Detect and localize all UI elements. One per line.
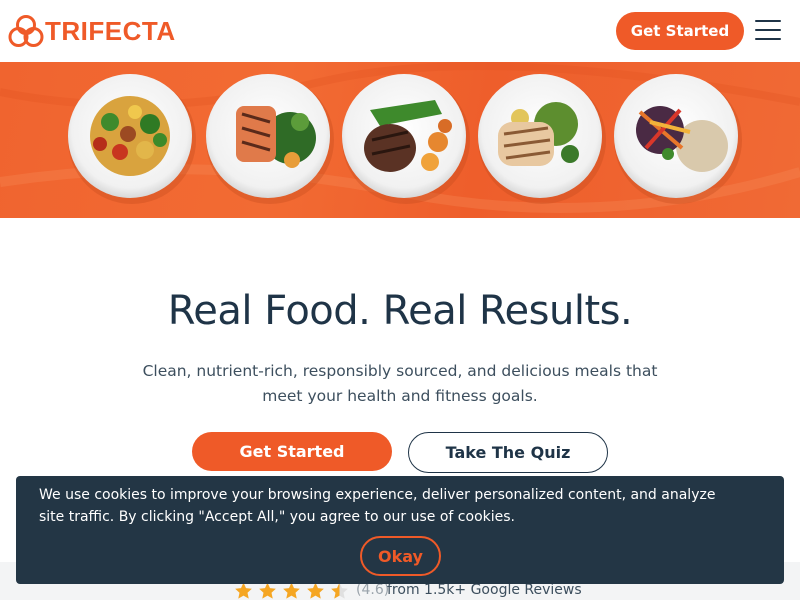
site-header: TRIFECTA Get Started — [0, 0, 800, 62]
meal-plates-illustration — [0, 62, 800, 213]
get-started-button[interactable]: Get Started — [192, 432, 392, 471]
page-subtext: Clean, nutrient-rich, responsibly source… — [142, 362, 658, 405]
hamburger-icon[interactable] — [755, 20, 781, 42]
brand-name: TRIFECTA — [45, 15, 176, 46]
salmon-plate — [206, 74, 334, 204]
cookie-okay-button[interactable]: Okay — [360, 536, 441, 576]
hero-banner — [0, 62, 800, 218]
rating-value: (4.6) — [356, 582, 390, 598]
review-source-text[interactable]: from 1.5k+ Google Reviews — [387, 582, 582, 598]
cookie-banner: We use cookies to improve your browsing … — [16, 476, 784, 584]
steak-plate — [342, 74, 470, 204]
take-the-quiz-button[interactable]: Take The Quiz — [408, 432, 608, 473]
veggie-rice-plate — [614, 74, 742, 204]
trifecta-logo[interactable]: TRIFECTA — [8, 14, 176, 48]
page-headline: Real Food. Real Results. — [167, 288, 633, 334]
cookie-message: We use cookies to improve your browsing … — [39, 487, 716, 525]
trifecta-logo-icon — [8, 15, 44, 47]
stir-fry-plate — [68, 74, 196, 204]
header-get-started-button[interactable]: Get Started — [616, 12, 744, 50]
chicken-plate — [478, 74, 606, 204]
